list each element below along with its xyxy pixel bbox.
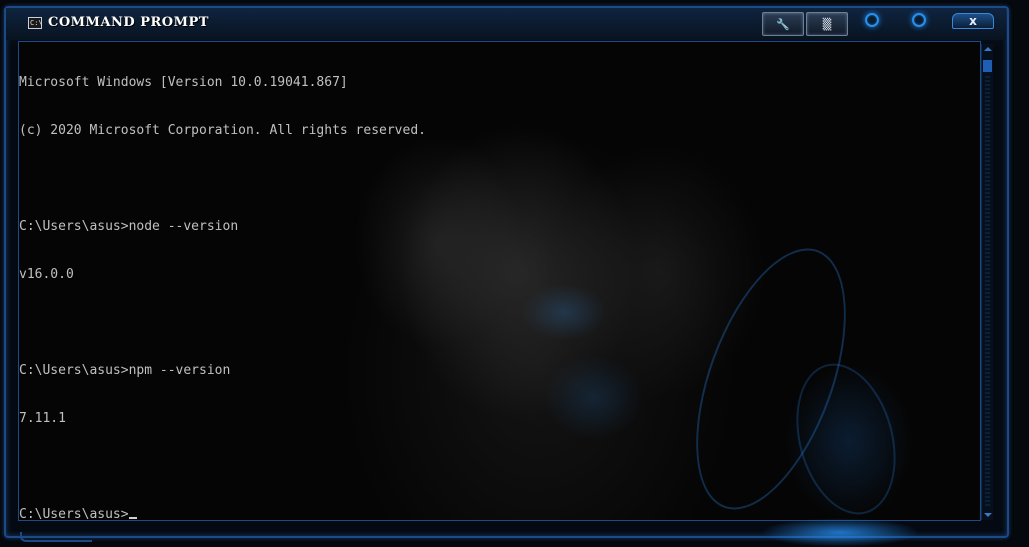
scroll-track[interactable] [985,76,990,506]
console-line: (c) 2020 Microsoft Corporation. All righ… [19,123,426,138]
tools-button[interactable]: 🔧 [762,12,804,36]
console-line: Microsoft Windows [Version 10.0.19041.86… [19,75,348,90]
console-text: Microsoft Windows [Version 10.0.19041.86… [19,43,426,521]
options-icon: ▒ [822,17,832,31]
wrench-icon: 🔧 [776,17,790,31]
minimize-button[interactable] [865,13,879,27]
scroll-up-arrow-icon[interactable] [984,47,992,51]
console-line: 7.11.1 [19,411,66,426]
scroll-thumb[interactable] [983,60,992,72]
close-button[interactable]: x [952,13,994,29]
window-title: COMMAND PROMPT [48,15,209,30]
command-prompt-window: C:\ COMMAND PROMPT 🔧 ▒ x Microsoft Windo… [0,0,1029,547]
console-output-area[interactable]: Microsoft Windows [Version 10.0.19041.86… [18,41,981,521]
cmd-icon: C:\ [28,17,43,29]
console-line: C:\Users\asus>npm --version [19,363,231,378]
console-line: C:\Users\asus>node --version [19,219,239,234]
options-button[interactable]: ▒ [806,12,848,36]
console-line: v16.0.0 [19,267,74,282]
maximize-button[interactable] [912,13,926,27]
bottom-frame-decoration [20,532,92,542]
bottom-glow-decoration [760,518,920,547]
console-prompt-line[interactable]: C:\Users\asus> [19,507,426,521]
prompt-text: C:\Users\asus> [19,507,129,521]
vertical-scrollbar[interactable] [981,44,993,520]
scroll-down-arrow-icon[interactable] [984,513,992,517]
text-cursor [128,517,137,519]
